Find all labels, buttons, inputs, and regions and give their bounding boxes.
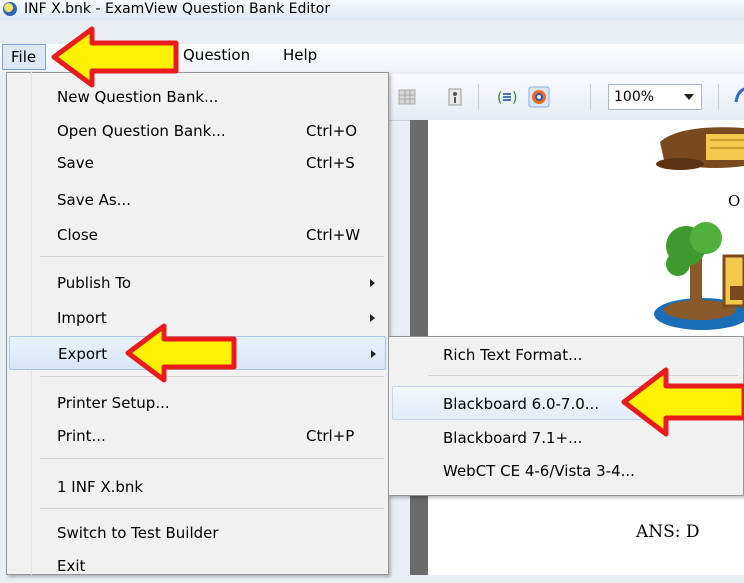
chevron-down-icon[interactable] (684, 94, 694, 100)
menu-item-label: 1 INF X.bnk (57, 478, 144, 496)
equation-editor-icon[interactable]: ( ) (496, 86, 518, 108)
menu-question[interactable]: Question (183, 46, 250, 64)
menu-item-open-question-bank[interactable]: Open Question Bank... Ctrl+O (8, 114, 388, 148)
annotation-arrow-file (51, 26, 179, 88)
colorful-circle-icon[interactable] (528, 86, 550, 108)
menu-item-switch-to-test-builder[interactable]: Switch to Test Builder (8, 516, 388, 550)
menu-item-recent-file[interactable]: 1 INF X.bnk (8, 470, 388, 504)
submenu-arrow-icon (370, 314, 375, 322)
menu-help[interactable]: Help (283, 46, 317, 64)
toolbar-partial-icon[interactable] (730, 84, 744, 106)
examview-app-icon (3, 2, 17, 16)
svg-text:): ) (512, 90, 517, 106)
submenu-item-webct[interactable]: WebCT CE 4-6/Vista 3-4... (392, 454, 744, 488)
annotation-arrow-export (125, 323, 237, 383)
grid-icon[interactable] (396, 86, 418, 108)
toolbar-separator (478, 84, 479, 110)
title-bar: INF X.bnk - ExamView Question Bank Edito… (0, 0, 744, 20)
submenu-item-label: WebCT CE 4-6/Vista 3-4... (443, 462, 635, 480)
menu-item-save[interactable]: Save Ctrl+S (8, 146, 388, 180)
menu-separator (40, 508, 384, 509)
menu-item-label: Printer Setup... (57, 394, 170, 412)
menu-item-label: Import (57, 309, 107, 327)
menu-item-printer-setup[interactable]: Printer Setup... (8, 386, 388, 420)
menu-item-label: Exit (57, 557, 86, 575)
submenu-item-label: Rich Text Format... (443, 346, 583, 364)
svg-text:(: ( (497, 90, 502, 106)
menu-item-exit[interactable]: Exit (8, 549, 388, 583)
menu-item-label: Switch to Test Builder (57, 524, 219, 542)
menu-item-label: Print... (57, 427, 106, 445)
menu-item-shortcut: Ctrl+W (306, 226, 361, 244)
menu-file[interactable]: File (2, 44, 46, 70)
menu-item-print[interactable]: Print... Ctrl+P (8, 419, 388, 453)
menu-item-label: Open Question Bank... (57, 122, 226, 140)
menu-item-publish-to[interactable]: Publish To (8, 266, 388, 300)
menu-item-save-as[interactable]: Save As... (8, 183, 388, 217)
submenu-arrow-icon (371, 350, 376, 358)
answer-label: ANS: D (636, 522, 700, 542)
menu-item-close[interactable]: Close Ctrl+W (8, 218, 388, 252)
menu-item-label: Export (58, 345, 108, 363)
menu-item-label: Publish To (57, 274, 132, 292)
zoom-value: 100% (614, 89, 655, 105)
menu-separator (40, 458, 384, 459)
menu-item-shortcut: Ctrl+S (306, 154, 355, 172)
treehouse-clipart-top (656, 127, 744, 170)
submenu-arrow-icon (370, 279, 375, 287)
island-tree-clipart (654, 222, 744, 330)
menu-item-label: Save As... (57, 191, 131, 209)
menu-item-label: Save (57, 154, 94, 172)
menu-separator (40, 256, 384, 257)
submenu-item-label: Blackboard 6.0-7.0... (443, 395, 600, 413)
toolbar-separator (590, 84, 591, 110)
menu-item-shortcut: Ctrl+P (306, 427, 355, 445)
menu-item-label: Close (57, 226, 98, 244)
question-info-icon[interactable] (444, 86, 466, 108)
toolbar-separator (718, 84, 719, 110)
annotation-arrow-blackboard (621, 367, 744, 437)
submenu-item-label: Blackboard 7.1+... (443, 429, 583, 447)
page-letter: O (728, 192, 741, 210)
menu-item-shortcut: Ctrl+O (306, 122, 358, 140)
window-title: INF X.bnk - ExamView Question Bank Edito… (24, 1, 331, 17)
